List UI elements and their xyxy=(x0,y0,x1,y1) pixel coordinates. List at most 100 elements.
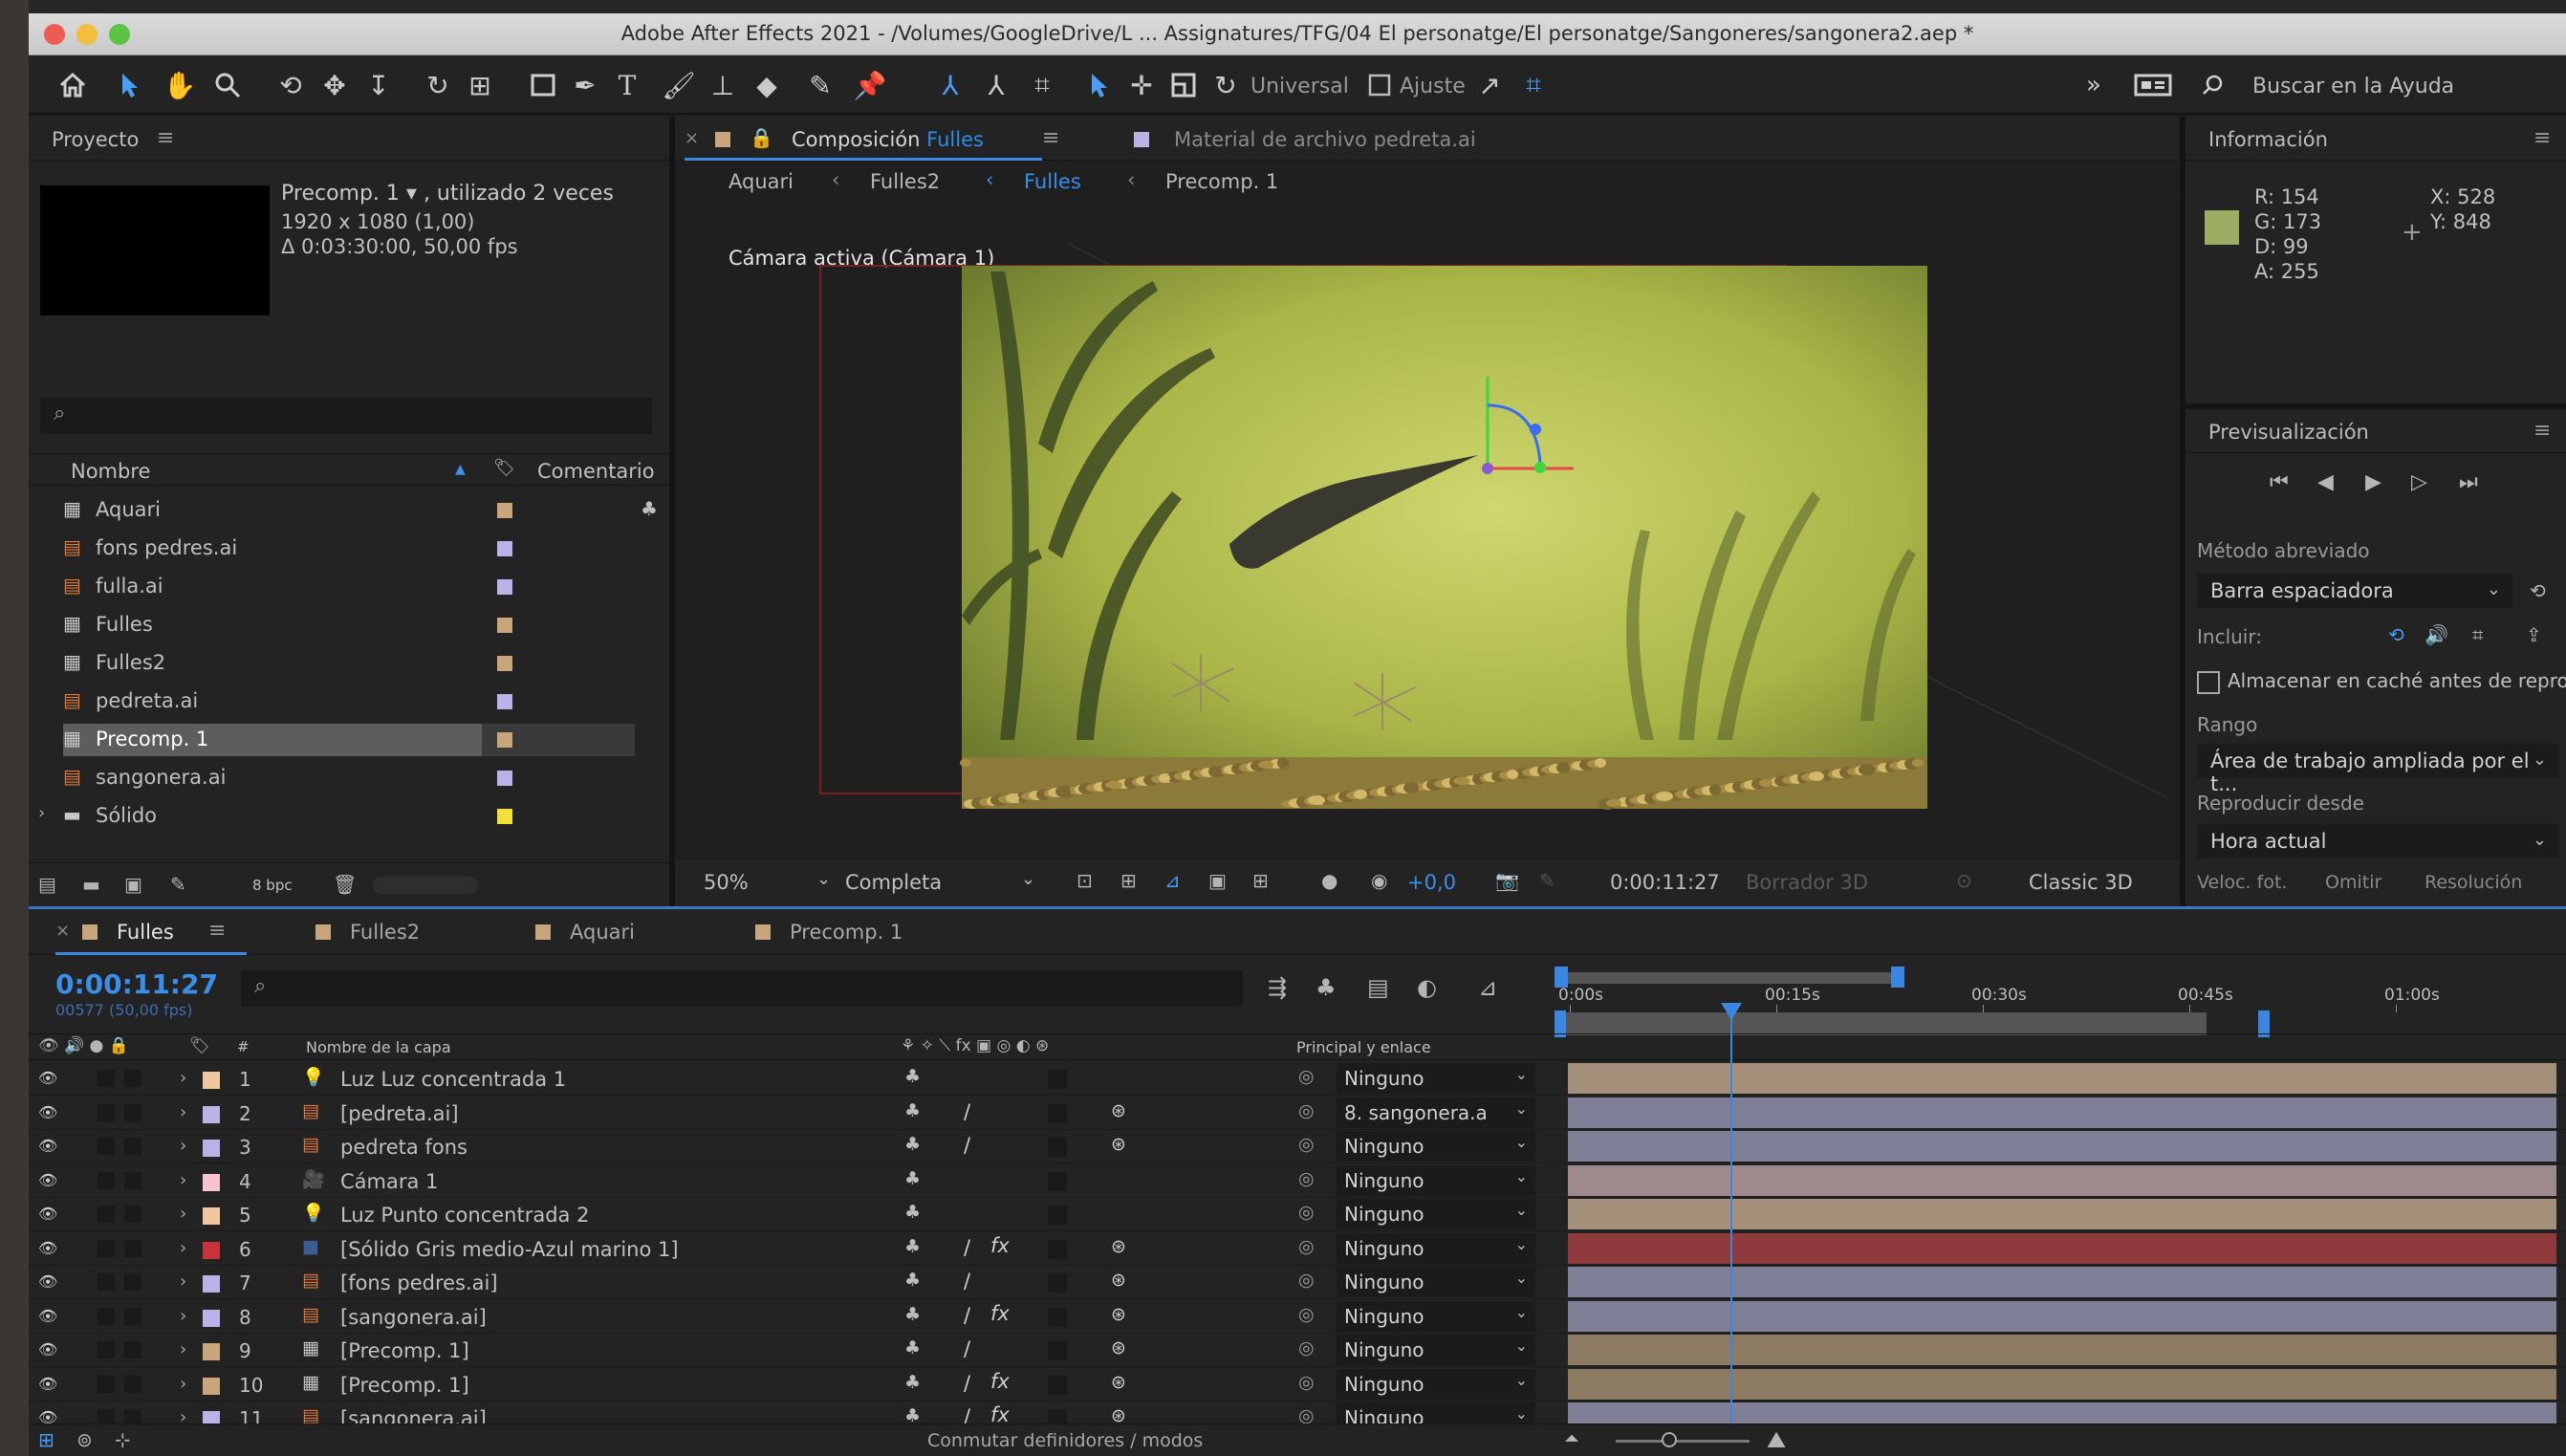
solo-toggle[interactable] xyxy=(98,1239,115,1257)
draft-3d-toggle[interactable]: Borrador 3D xyxy=(1746,871,1868,894)
trash-icon[interactable]: 🗑 xyxy=(333,873,357,896)
layer-duration-bar[interactable] xyxy=(1568,1063,2556,1094)
column-name[interactable]: Nombre xyxy=(71,460,150,483)
last-frame-icon[interactable]: ⏭ xyxy=(2459,470,2478,494)
parent-dropdown[interactable]: Ninguno ⌄ xyxy=(1337,1267,1535,1297)
layer-row[interactable]: 👁 › 8 ▤ [sangonera.ai] ♣ / fx ⊛ ◎ Ninguno ⌄ xyxy=(29,1300,2566,1334)
parent-pick-whip-icon[interactable]: ◎ xyxy=(1298,1168,1315,1189)
layer-label-swatch[interactable] xyxy=(203,1377,220,1395)
3d-layer-cube-icon[interactable]: ⊛ xyxy=(1111,1270,1126,1291)
orbit-camera-icon[interactable]: ⟲ xyxy=(272,67,310,103)
view-axis-mode-icon[interactable]: ⌗ xyxy=(1023,67,1061,103)
work-area-end-handle[interactable] xyxy=(1891,967,1904,988)
quality-switch-icon[interactable]: / xyxy=(964,1236,970,1259)
label-swatch[interactable] xyxy=(497,809,512,824)
parent-dropdown[interactable]: 8. sangonera.a ⌄ xyxy=(1337,1097,1535,1128)
layer-row[interactable]: 👁 › 1 💡 Luz Luz concentrada 1 ♣ ◎ Ninguno ⌄ xyxy=(29,1062,2566,1096)
3d-layer-cube-icon[interactable]: ⊛ xyxy=(1111,1337,1126,1358)
rectangle-tool-icon[interactable] xyxy=(524,67,562,103)
parent-pick-whip-icon[interactable]: ◎ xyxy=(1298,1304,1315,1325)
loop-icon[interactable]: ⟲ xyxy=(2388,623,2404,646)
shy-switch-icon[interactable]: ♣ xyxy=(904,1372,921,1393)
solo-toggle[interactable] xyxy=(98,1307,115,1325)
expand-arrow-icon[interactable]: › xyxy=(180,1271,186,1292)
frame-blending-icon[interactable]: ▤ xyxy=(1367,974,1389,1001)
parent-dropdown[interactable]: Ninguno ⌄ xyxy=(1337,1368,1535,1400)
layer-label-swatch[interactable] xyxy=(203,1173,220,1191)
quality-switch-icon[interactable]: / xyxy=(964,1372,970,1395)
lock-toggle[interactable] xyxy=(124,1239,141,1257)
label-swatch[interactable] xyxy=(497,771,512,786)
layer-label-swatch[interactable] xyxy=(203,1072,220,1089)
composition-tab[interactable]: Composición Fulles xyxy=(792,128,984,151)
graph-editor-icon[interactable]: ⊿ xyxy=(1478,974,1497,1001)
project-settings-icon[interactable]: ✎ xyxy=(170,873,186,896)
effects-switch-icon[interactable]: fx xyxy=(990,1234,1010,1257)
solo-toggle[interactable] xyxy=(98,1103,115,1121)
zoom-tool-icon[interactable] xyxy=(208,67,247,103)
parent-dropdown[interactable]: Ninguno ⌄ xyxy=(1337,1164,1535,1196)
layer-duration-bar[interactable] xyxy=(1568,1232,2556,1264)
parent-link-header[interactable]: Principal y enlace xyxy=(1296,1038,1431,1056)
audio-icon[interactable]: 🔊 xyxy=(2425,623,2448,646)
lock-toggle[interactable] xyxy=(124,1341,141,1358)
layer-name[interactable]: [Precomp. 1] xyxy=(340,1339,469,1362)
layer-row[interactable]: 👁 › 3 ▤ pedreta fons ♣ / ⊛ ◎ Ninguno ⌄ xyxy=(29,1130,2566,1163)
motion-blur-toggle[interactable] xyxy=(1048,1103,1067,1123)
visibility-eye-icon[interactable]: 👁 xyxy=(38,1205,57,1223)
expand-arrow-icon[interactable]: › xyxy=(180,1102,186,1122)
lock-toggle[interactable] xyxy=(124,1375,141,1393)
grid-icon[interactable]: ⊞ xyxy=(1252,869,1269,892)
lock-toggle[interactable] xyxy=(124,1138,141,1155)
parent-dropdown[interactable]: Ninguno ⌄ xyxy=(1337,1300,1535,1332)
layer-row[interactable]: 👁 › 9 ▦ [Precomp. 1] ♣ / ⊛ ◎ Ninguno ⌄ xyxy=(29,1334,2566,1367)
bit-depth-label[interactable]: 8 bpc xyxy=(252,877,293,894)
breadcrumb-item[interactable]: Fulles xyxy=(1024,170,1081,193)
visibility-eye-icon[interactable]: 👁 xyxy=(38,1239,57,1257)
thumbnail-size-slider[interactable] xyxy=(373,877,478,894)
project-item[interactable]: ▤ fons pedres.ai xyxy=(29,530,669,568)
new-composition-icon[interactable]: ▣ xyxy=(124,873,142,896)
timeline-current-time[interactable]: 0:00:11:27 xyxy=(55,968,218,1000)
solo-toggle[interactable] xyxy=(98,1375,115,1393)
project-item[interactable]: ▤ sangonera.ai xyxy=(29,759,669,797)
cache-checkbox[interactable] xyxy=(2197,671,2220,694)
layer-label-swatch[interactable] xyxy=(203,1275,220,1293)
lock-toggle[interactable] xyxy=(124,1307,141,1325)
project-search-input[interactable]: ⌕ xyxy=(40,398,652,434)
current-time-indicator-line[interactable] xyxy=(1730,1003,1732,1423)
visibility-eye-icon[interactable]: 👁 xyxy=(38,1171,57,1189)
exposure-value[interactable]: +0,0 xyxy=(1407,871,1456,894)
project-item[interactable]: ▤ fulla.ai xyxy=(29,568,669,606)
motion-blur-toggle[interactable] xyxy=(1048,1206,1067,1225)
motion-blur-toggle[interactable] xyxy=(1048,1375,1067,1395)
work-area-bar[interactable] xyxy=(1558,972,1899,984)
solo-toggle[interactable] xyxy=(98,1171,115,1189)
layer-label-swatch[interactable] xyxy=(203,1309,220,1327)
3d-layer-cube-icon[interactable]: ⊛ xyxy=(1111,1100,1126,1121)
parent-dropdown[interactable]: Ninguno ⌄ xyxy=(1337,1335,1535,1365)
parent-pick-whip-icon[interactable]: ◎ xyxy=(1298,1236,1315,1257)
expand-arrow-icon[interactable]: › xyxy=(180,1374,186,1394)
layer-label-swatch[interactable] xyxy=(203,1105,220,1123)
hand-tool-icon[interactable]: ✋ xyxy=(161,67,199,103)
solo-toggle[interactable] xyxy=(98,1070,115,1087)
parent-dropdown[interactable]: Ninguno ⌄ xyxy=(1337,1063,1535,1094)
mask-visibility-icon[interactable]: ⊿ xyxy=(1164,869,1181,892)
motion-blur-toggle[interactable] xyxy=(1048,1239,1067,1259)
parent-pick-whip-icon[interactable]: ◎ xyxy=(1298,1100,1315,1121)
layer-label-swatch[interactable] xyxy=(203,1207,220,1225)
3d-layer-cube-icon[interactable]: ⊛ xyxy=(1111,1134,1126,1155)
shy-switch-icon[interactable]: ♣ xyxy=(904,1236,921,1257)
visibility-eye-icon[interactable]: 👁 xyxy=(38,1375,57,1393)
shy-switch-icon[interactable]: ♣ xyxy=(904,1270,921,1291)
quality-switch-icon[interactable]: / xyxy=(964,1337,970,1360)
project-item[interactable]: ▦ Fulles xyxy=(29,606,669,644)
close-tab-icon[interactable]: × xyxy=(685,128,699,148)
fast-previews-icon[interactable]: ⊙ xyxy=(1956,869,1972,892)
timeline-tab[interactable]: Aquari xyxy=(535,909,755,955)
column-comment[interactable]: Comentario xyxy=(537,460,655,483)
universal-select-icon[interactable] xyxy=(1080,67,1119,103)
play-icon[interactable]: ▶ xyxy=(2365,470,2381,494)
layer-duration-bar[interactable] xyxy=(1568,1097,2556,1128)
